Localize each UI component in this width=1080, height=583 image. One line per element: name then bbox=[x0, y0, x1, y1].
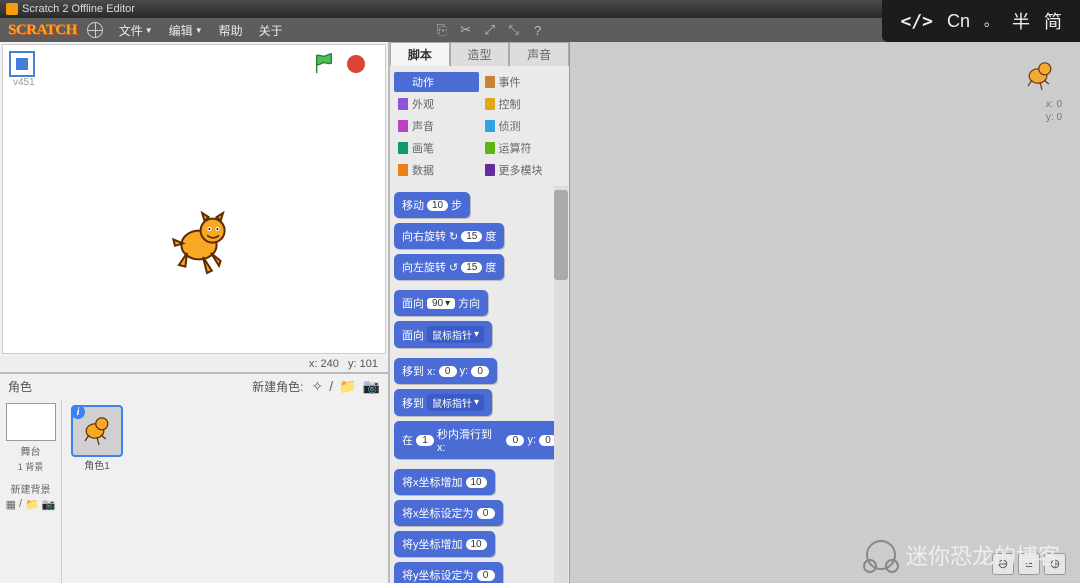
bg-lib-icon[interactable]: ▦ bbox=[6, 498, 16, 511]
upload-sprite-icon[interactable]: 📁 bbox=[339, 378, 356, 395]
sprite-info-icon[interactable]: i bbox=[71, 405, 85, 419]
block-change-y[interactable]: 将y坐标增加10 bbox=[394, 531, 495, 557]
ime-lang[interactable]: Cn bbox=[947, 11, 970, 32]
menu-edit[interactable]: 编辑▼ bbox=[161, 18, 211, 43]
tabs: 脚本 造型 声音 bbox=[390, 42, 569, 66]
ime-trad[interactable]: 简 bbox=[1044, 8, 1062, 34]
block-palette: 脚本 造型 声音 动作事件外观控制声音侦测画笔运算符数据更多模块 移动10步 向… bbox=[390, 42, 570, 583]
category-外观[interactable]: 外观 bbox=[394, 94, 479, 114]
fullscreen-icon[interactable] bbox=[9, 51, 35, 77]
watermark: 迷你恐龙的博客 bbox=[866, 539, 1060, 571]
watermark-text: 迷你恐龙的博客 bbox=[906, 539, 1060, 571]
category-更多模块[interactable]: 更多模块 bbox=[481, 160, 566, 180]
window-title: Scratch 2 Offline Editor bbox=[22, 3, 135, 15]
sprite-list: i 角色1 bbox=[62, 399, 388, 583]
block-set-x[interactable]: 将x坐标设定为0 bbox=[394, 500, 503, 526]
sprite-name: 角色1 bbox=[84, 457, 110, 472]
category-侦测[interactable]: 侦测 bbox=[481, 116, 566, 136]
stage[interactable]: v451 bbox=[2, 44, 386, 354]
block-turn-right[interactable]: 向右旋转↻15度 bbox=[394, 223, 504, 249]
shrink-icon[interactable]: ⤡ bbox=[503, 21, 525, 39]
scratch-logo: SCRATCH bbox=[8, 22, 77, 39]
stage-label: 舞台 bbox=[21, 443, 41, 458]
category-动作[interactable]: 动作 bbox=[394, 72, 479, 92]
choose-sprite-icon[interactable]: ✧ bbox=[312, 378, 324, 395]
left-column: v451 x: 240 y: 101 角色 新建角色: ✧ / 📁 bbox=[0, 42, 390, 583]
sprite-header: 角色 bbox=[8, 378, 32, 395]
sprite-panel: 角色 新建角色: ✧ / 📁 📷 舞台 1 背景 新建背景 ▦ bbox=[0, 372, 388, 583]
stamp-icon[interactable]: ⎘ bbox=[431, 21, 453, 39]
block-glide[interactable]: 在1秒内滑行到 x:0y:0 bbox=[394, 421, 565, 459]
tab-costumes[interactable]: 造型 bbox=[450, 42, 510, 66]
new-bg-label: 新建背景 bbox=[11, 481, 51, 496]
block-move[interactable]: 移动10步 bbox=[394, 192, 470, 218]
bg-paint-icon[interactable]: / bbox=[19, 498, 22, 511]
main-area: v451 x: 240 y: 101 角色 新建角色: ✧ / 📁 bbox=[0, 42, 1080, 583]
menu-about[interactable]: 关于 bbox=[251, 18, 291, 43]
paint-sprite-icon[interactable]: / bbox=[329, 378, 333, 395]
current-sprite-icon bbox=[1020, 56, 1060, 96]
wechat-icon bbox=[866, 540, 896, 570]
language-icon[interactable] bbox=[87, 22, 103, 38]
category-运算符[interactable]: 运算符 bbox=[481, 138, 566, 158]
new-sprite-label: 新建角色: bbox=[252, 378, 303, 395]
block-change-x[interactable]: 将x坐标增加10 bbox=[394, 469, 495, 495]
help-icon[interactable]: ? bbox=[527, 21, 549, 39]
ime-bar: </> Cn 。 半 简 bbox=[882, 0, 1080, 42]
menu-file[interactable]: 文件▼ bbox=[111, 18, 161, 43]
menu-help[interactable]: 帮助 bbox=[211, 18, 251, 43]
sprite-xy: x: 0 y: 0 bbox=[1046, 98, 1062, 124]
block-list: 移动10步 向右旋转↻15度 向左旋转↺15度 面向90▾方向 面向鼠标指针▾ … bbox=[390, 186, 569, 583]
ime-half[interactable]: 半 bbox=[1012, 8, 1030, 34]
tab-scripts[interactable]: 脚本 bbox=[390, 42, 450, 66]
block-goto-xy[interactable]: 移到 x:0y:0 bbox=[394, 358, 497, 384]
grow-icon[interactable]: ⤢ bbox=[479, 21, 501, 39]
tab-sounds[interactable]: 声音 bbox=[509, 42, 569, 66]
block-goto[interactable]: 移到鼠标指针▾ bbox=[394, 389, 492, 416]
code-icon: </> bbox=[900, 11, 933, 32]
block-turn-left[interactable]: 向左旋转↺15度 bbox=[394, 254, 504, 280]
palette-scrollbar[interactable] bbox=[554, 186, 568, 583]
stage-sub: 1 背景 bbox=[18, 460, 44, 473]
block-point-dir[interactable]: 面向90▾方向 bbox=[394, 290, 488, 316]
center-tools: ⎘ ✂ ⤢ ⤡ ? bbox=[431, 21, 549, 39]
block-set-y[interactable]: 将y坐标设定为0 bbox=[394, 562, 503, 583]
stop-icon[interactable] bbox=[347, 55, 365, 73]
category-声音[interactable]: 声音 bbox=[394, 116, 479, 136]
app-icon bbox=[6, 3, 18, 15]
camera-sprite-icon[interactable]: 📷 bbox=[363, 378, 380, 395]
cut-icon[interactable]: ✂ bbox=[455, 21, 477, 39]
block-categories: 动作事件外观控制声音侦测画笔运算符数据更多模块 bbox=[390, 66, 569, 186]
stage-coords: x: 240 y: 101 bbox=[0, 356, 388, 372]
bg-camera-icon[interactable]: 📷 bbox=[42, 498, 56, 511]
stage-column: 舞台 1 背景 新建背景 ▦ / 📁 📷 bbox=[0, 399, 62, 583]
stage-thumb[interactable] bbox=[6, 403, 56, 441]
category-画笔[interactable]: 画笔 bbox=[394, 138, 479, 158]
bg-upload-icon[interactable]: 📁 bbox=[25, 498, 39, 511]
sprite-thumb[interactable]: i 角色1 bbox=[68, 405, 126, 472]
category-控制[interactable]: 控制 bbox=[481, 94, 566, 114]
green-flag-icon[interactable] bbox=[313, 53, 335, 75]
script-area[interactable]: x: 0 y: 0 ⊖ = ⊕ bbox=[570, 42, 1080, 583]
project-name: v451 bbox=[13, 77, 35, 88]
ime-punct[interactable]: 。 bbox=[984, 11, 998, 31]
sprite-on-stage[interactable] bbox=[163, 205, 243, 285]
category-事件[interactable]: 事件 bbox=[481, 72, 566, 92]
category-数据[interactable]: 数据 bbox=[394, 160, 479, 180]
block-point-to[interactable]: 面向鼠标指针▾ bbox=[394, 321, 492, 348]
